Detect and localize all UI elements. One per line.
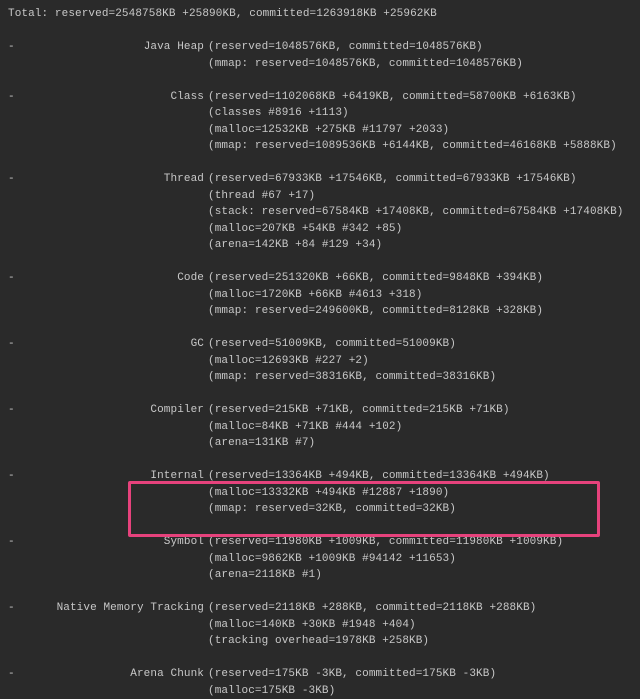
detail-text: (arena=131KB #7) bbox=[208, 437, 315, 449]
section-detail-line: (malloc=140KB +30KB #1948 +404) bbox=[8, 617, 640, 634]
section-detail-line: (malloc=1720KB +66KB #4613 +318) bbox=[8, 287, 640, 304]
detail-text: (thread #67 +17) bbox=[208, 190, 315, 202]
section-detail-line: (tracking overhead=1978KB +258KB) bbox=[8, 633, 640, 650]
detail-text: (mmap: reserved=249600KB, committed=8128… bbox=[208, 305, 543, 317]
section-detail-line: (malloc=9862KB +1009KB #94142 +11653) bbox=[8, 551, 640, 568]
section-name: GC bbox=[22, 336, 208, 353]
section-detail-line: (malloc=13332KB +494KB #12887 +1890) bbox=[8, 485, 640, 502]
section-name: Java Heap bbox=[22, 39, 208, 56]
section-detail-line: (mmap: reserved=1048576KB, committed=104… bbox=[8, 56, 640, 73]
section-head-detail: (reserved=215KB +71KB, committed=215KB +… bbox=[208, 404, 510, 416]
section-detail-line: (malloc=12693KB #227 +2) bbox=[8, 353, 640, 370]
section-name: Native Memory Tracking bbox=[22, 600, 208, 617]
section-detail-line: (mmap: reserved=38316KB, committed=38316… bbox=[8, 369, 640, 386]
section-detail-line: (arena=142KB +84 #129 +34) bbox=[8, 237, 640, 254]
section-head-detail: (reserved=67933KB +17546KB, committed=67… bbox=[208, 173, 577, 185]
section-head-detail: (reserved=1102068KB +6419KB, committed=5… bbox=[208, 91, 577, 103]
section-head-detail: (reserved=251320KB +66KB, committed=9848… bbox=[208, 272, 543, 284]
total-prefix: Total: bbox=[8, 8, 55, 20]
section-name: Code bbox=[22, 270, 208, 287]
detail-text: (malloc=12532KB +275KB #11797 +2033) bbox=[208, 124, 449, 136]
section-head-detail: (reserved=11980KB +1009KB, committed=119… bbox=[208, 536, 563, 548]
blank-line bbox=[8, 155, 640, 172]
detail-text: (malloc=9862KB +1009KB #94142 +11653) bbox=[208, 553, 456, 565]
section-header: -Internal(reserved=13364KB +494KB, commi… bbox=[8, 468, 640, 485]
section-detail-line: (thread #67 +17) bbox=[8, 188, 640, 205]
detail-text: (stack: reserved=67584KB +17408KB, commi… bbox=[208, 206, 623, 218]
section-detail-line: (arena=131KB #7) bbox=[8, 435, 640, 452]
section-detail-line: (stack: reserved=67584KB +17408KB, commi… bbox=[8, 204, 640, 221]
section-detail-line: (mmap: reserved=249600KB, committed=8128… bbox=[8, 303, 640, 320]
section-header: -Class(reserved=1102068KB +6419KB, commi… bbox=[8, 89, 640, 106]
section-header: -Java Heap(reserved=1048576KB, committed… bbox=[8, 39, 640, 56]
detail-text: (malloc=175KB -3KB) bbox=[208, 685, 335, 697]
section-head-detail: (reserved=51009KB, committed=51009KB) bbox=[208, 338, 456, 350]
section-header: -GC(reserved=51009KB, committed=51009KB) bbox=[8, 336, 640, 353]
dash: - bbox=[8, 666, 22, 683]
nmt-output: Total: reserved=2548758KB +25890KB, comm… bbox=[0, 0, 640, 667]
blank-line bbox=[8, 584, 640, 601]
detail-text: (malloc=1720KB +66KB #4613 +318) bbox=[208, 289, 422, 301]
dash: - bbox=[8, 402, 22, 419]
blank-line bbox=[8, 72, 640, 89]
blank-line bbox=[8, 386, 640, 403]
detail-text: (mmap: reserved=1048576KB, committed=104… bbox=[208, 58, 523, 70]
section-detail-line: (classes #8916 +1113) bbox=[8, 105, 640, 122]
dash: - bbox=[8, 600, 22, 617]
section-header: -Thread(reserved=67933KB +17546KB, commi… bbox=[8, 171, 640, 188]
section-detail-line: (malloc=84KB +71KB #444 +102) bbox=[8, 419, 640, 436]
section-header: -Native Memory Tracking(reserved=2118KB … bbox=[8, 600, 640, 617]
section-head-detail: (reserved=175KB -3KB, committed=175KB -3… bbox=[208, 668, 496, 680]
section-name: Symbol bbox=[22, 534, 208, 551]
dash: - bbox=[8, 39, 22, 56]
section-header: -Arena Chunk(reserved=175KB -3KB, commit… bbox=[8, 666, 640, 683]
section-detail-line: (malloc=12532KB +275KB #11797 +2033) bbox=[8, 122, 640, 139]
section-detail-line: (mmap: reserved=32KB, committed=32KB) bbox=[8, 501, 640, 518]
detail-text: (mmap: reserved=1089536KB +6144KB, commi… bbox=[208, 140, 617, 152]
blank-line bbox=[8, 23, 640, 40]
total-line: Total: reserved=2548758KB +25890KB, comm… bbox=[8, 6, 640, 23]
section-header: -Code(reserved=251320KB +66KB, committed… bbox=[8, 270, 640, 287]
detail-text: (malloc=84KB +71KB #444 +102) bbox=[208, 421, 402, 433]
dash: - bbox=[8, 89, 22, 106]
section-header: -Symbol(reserved=11980KB +1009KB, commit… bbox=[8, 534, 640, 551]
detail-text: (arena=142KB +84 #129 +34) bbox=[208, 239, 382, 251]
blank-line bbox=[8, 452, 640, 469]
dash: - bbox=[8, 336, 22, 353]
detail-text: (malloc=140KB +30KB #1948 +404) bbox=[208, 619, 416, 631]
section-head-detail: (reserved=13364KB +494KB, committed=1336… bbox=[208, 470, 550, 482]
detail-text: (malloc=13332KB +494KB #12887 +1890) bbox=[208, 487, 449, 499]
detail-text: (malloc=12693KB #227 +2) bbox=[208, 355, 369, 367]
detail-text: (mmap: reserved=38316KB, committed=38316… bbox=[208, 371, 496, 383]
section-name: Class bbox=[22, 89, 208, 106]
section-header: -Compiler(reserved=215KB +71KB, committe… bbox=[8, 402, 640, 419]
dash: - bbox=[8, 468, 22, 485]
blank-line bbox=[8, 650, 640, 667]
dash: - bbox=[8, 534, 22, 551]
section-name: Internal bbox=[22, 468, 208, 485]
section-name: Thread bbox=[22, 171, 208, 188]
blank-line bbox=[8, 254, 640, 271]
section-detail-line: (mmap: reserved=1089536KB +6144KB, commi… bbox=[8, 138, 640, 155]
section-detail-line: (malloc=207KB +54KB #342 +85) bbox=[8, 221, 640, 238]
detail-text: (tracking overhead=1978KB +258KB) bbox=[208, 635, 429, 647]
dash: - bbox=[8, 171, 22, 188]
dash: - bbox=[8, 270, 22, 287]
detail-text: (malloc=207KB +54KB #342 +85) bbox=[208, 223, 402, 235]
section-name: Compiler bbox=[22, 402, 208, 419]
section-detail-line: (malloc=175KB -3KB) bbox=[8, 683, 640, 699]
blank-line bbox=[8, 320, 640, 337]
blank-line bbox=[8, 518, 640, 535]
total-detail: reserved=2548758KB +25890KB, committed=1… bbox=[55, 8, 437, 20]
section-head-detail: (reserved=1048576KB, committed=1048576KB… bbox=[208, 41, 483, 53]
section-detail-line: (arena=2118KB #1) bbox=[8, 567, 640, 584]
detail-text: (arena=2118KB #1) bbox=[208, 569, 322, 581]
section-name: Arena Chunk bbox=[22, 666, 208, 683]
section-head-detail: (reserved=2118KB +288KB, committed=2118K… bbox=[208, 602, 536, 614]
detail-text: (classes #8916 +1113) bbox=[208, 107, 349, 119]
detail-text: (mmap: reserved=32KB, committed=32KB) bbox=[208, 503, 456, 515]
